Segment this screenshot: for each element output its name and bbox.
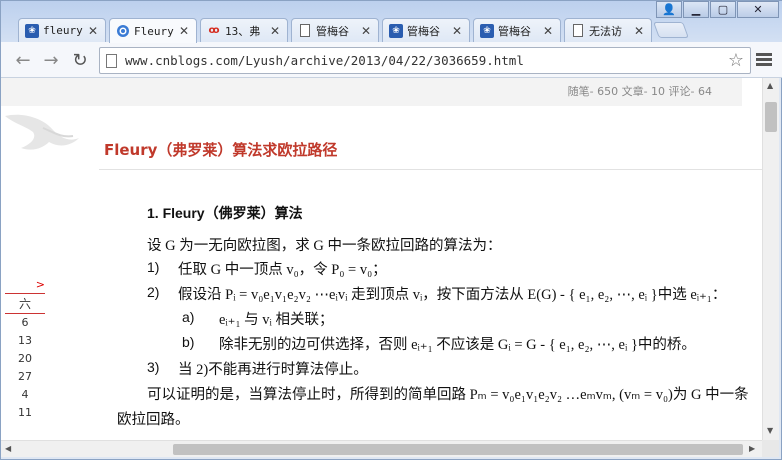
- globe-icon: [116, 24, 130, 38]
- tab-label: fleury: [43, 24, 83, 37]
- tab-weibo[interactable]: ꝏ 13、弗 ✕: [200, 18, 288, 42]
- calendar-day[interactable]: 6: [5, 314, 45, 332]
- step2-text: 假设沿 Pᵢ = v₀e₁v₁e₂v₂ ⋯eᵢvᵢ 走到顶点 vᵢ，按下面方法从…: [178, 287, 727, 303]
- minimize-button[interactable]: ▁: [683, 1, 709, 18]
- calendar-day[interactable]: 4: [5, 386, 45, 404]
- tab-guanmeigu-3[interactable]: ❀ 管梅谷 ✕: [473, 18, 561, 42]
- header-decoration-icon: [5, 114, 79, 150]
- close-tab-icon[interactable]: ✕: [87, 24, 99, 38]
- step-number: a): [182, 309, 195, 325]
- paw-icon: ❀: [25, 23, 39, 38]
- calendar-widget: > 六 6 13 20 27 4 11: [5, 278, 45, 422]
- close-tab-icon[interactable]: ✕: [178, 24, 190, 38]
- tab-label: 管梅谷: [407, 24, 440, 38]
- close-window-button[interactable]: ✕: [737, 1, 779, 18]
- close-tab-icon[interactable]: ✕: [451, 24, 463, 38]
- step-number: 1): [147, 259, 160, 275]
- horizontal-scroll-thumb[interactable]: [173, 444, 743, 455]
- reload-icon[interactable]: ↻: [70, 50, 90, 71]
- step-number: 2): [147, 284, 160, 300]
- window-controls: 👤 ▁ ▢ ✕: [655, 1, 779, 18]
- scroll-left-arrow-icon[interactable]: ◀: [5, 444, 11, 453]
- close-tab-icon[interactable]: ✕: [633, 24, 645, 38]
- bookmark-star-icon[interactable]: ☆: [728, 50, 744, 71]
- address-bar[interactable]: www.cnblogs.com/Lyush/archive/2013/04/22…: [99, 47, 751, 74]
- horizontal-scrollbar[interactable]: ◀ ▶: [1, 440, 762, 457]
- tab-guanmeigu-1[interactable]: 管梅谷 ✕: [291, 18, 379, 42]
- vertical-scroll-thumb[interactable]: [765, 102, 777, 132]
- user-icon[interactable]: 👤: [656, 1, 682, 18]
- post-title[interactable]: Fleury（弗罗莱）算法求欧拉路径: [104, 139, 337, 160]
- paw-icon: ❀: [389, 23, 403, 38]
- url-text[interactable]: www.cnblogs.com/Lyush/archive/2013/04/22…: [125, 53, 524, 68]
- calendar-day[interactable]: 27: [5, 368, 45, 386]
- blog-stats: 随笔- 650 文章- 10 评论- 64: [1, 78, 742, 106]
- page-icon: [571, 24, 585, 38]
- weibo-icon: ꝏ: [208, 25, 220, 36]
- close-tab-icon[interactable]: ✕: [269, 24, 281, 38]
- tab-fleury-active[interactable]: Fleury ✕: [109, 18, 197, 43]
- tab-fleury-search[interactable]: ❀ fleury ✕: [18, 18, 106, 42]
- conclusion-text: 可以证明的是，当算法停止时，所得到的简单回路 Pₘ = v₀e₁v₁e₂v₂ ……: [147, 387, 749, 403]
- calendar-day[interactable]: 11: [5, 404, 45, 422]
- intro-text: 设 G 为一无向欧拉图，求 G 中一条欧拉回路的算法为：: [147, 238, 502, 254]
- conclusion-text-cont: 欧拉回路。: [117, 412, 190, 428]
- page-icon: [298, 24, 312, 38]
- page-content: 随笔- 650 文章- 10 评论- 64 Fleury（弗罗莱）算法求欧拉路径…: [1, 78, 762, 440]
- calendar-day[interactable]: 20: [5, 350, 45, 368]
- calendar-weekday-header: 六: [5, 293, 45, 314]
- calendar-next-arrow[interactable]: >: [5, 278, 45, 291]
- browser-window: ❀ fleury ✕ Fleury ✕ ꝏ 13、弗 ✕ 管梅谷 ✕ ❀ 管梅谷…: [0, 0, 782, 460]
- menu-icon[interactable]: [755, 51, 773, 69]
- step2a-text: eᵢ₊₁ 与 vᵢ 相关联；: [219, 312, 334, 328]
- tab-label: 管梅谷: [316, 24, 349, 38]
- title-divider: [99, 169, 762, 170]
- tab-strip: ❀ fleury ✕ Fleury ✕ ꝏ 13、弗 ✕ 管梅谷 ✕ ❀ 管梅谷…: [1, 1, 782, 43]
- vertical-scrollbar[interactable]: ▲ ▼: [762, 78, 779, 440]
- tab-cannot-access[interactable]: 无法访 ✕: [564, 18, 652, 42]
- paw-icon: ❀: [480, 23, 494, 38]
- maximize-button[interactable]: ▢: [710, 1, 736, 18]
- new-tab-button[interactable]: [653, 22, 689, 38]
- scroll-right-arrow-icon[interactable]: ▶: [749, 444, 755, 453]
- scroll-up-arrow-icon[interactable]: ▲: [767, 81, 773, 90]
- tab-guanmeigu-2[interactable]: ❀ 管梅谷 ✕: [382, 18, 470, 42]
- step2b-text: 除非无别的边可供选择，否则 eᵢ₊₁ 不应该是 Gᵢ = G - { e₁, e…: [219, 337, 696, 353]
- tab-label: 管梅谷: [498, 24, 531, 38]
- section-heading: 1. Fleury（佛罗莱）算法: [147, 205, 303, 221]
- calendar-day[interactable]: 13: [5, 332, 45, 350]
- tab-label: 13、弗: [225, 24, 261, 38]
- tab-label: 无法访: [589, 24, 622, 38]
- browser-toolbar: ← → ↻ www.cnblogs.com/Lyush/archive/2013…: [1, 42, 782, 78]
- step-number: b): [182, 334, 195, 350]
- scroll-down-arrow-icon[interactable]: ▼: [767, 426, 773, 435]
- step1-text: 任取 G 中一顶点 v₀，令 P₀ = v₀；: [178, 262, 387, 278]
- step3-text: 当 2)不能再进行时算法停止。: [178, 362, 368, 378]
- scrollbar-corner: [762, 440, 779, 457]
- tab-label: Fleury: [134, 24, 174, 38]
- close-tab-icon[interactable]: ✕: [542, 24, 554, 38]
- step-number: 3): [147, 359, 160, 375]
- forward-arrow-icon[interactable]: →: [41, 50, 61, 71]
- close-tab-icon[interactable]: ✕: [360, 24, 372, 38]
- back-arrow-icon[interactable]: ←: [13, 50, 33, 71]
- page-icon: [106, 53, 117, 68]
